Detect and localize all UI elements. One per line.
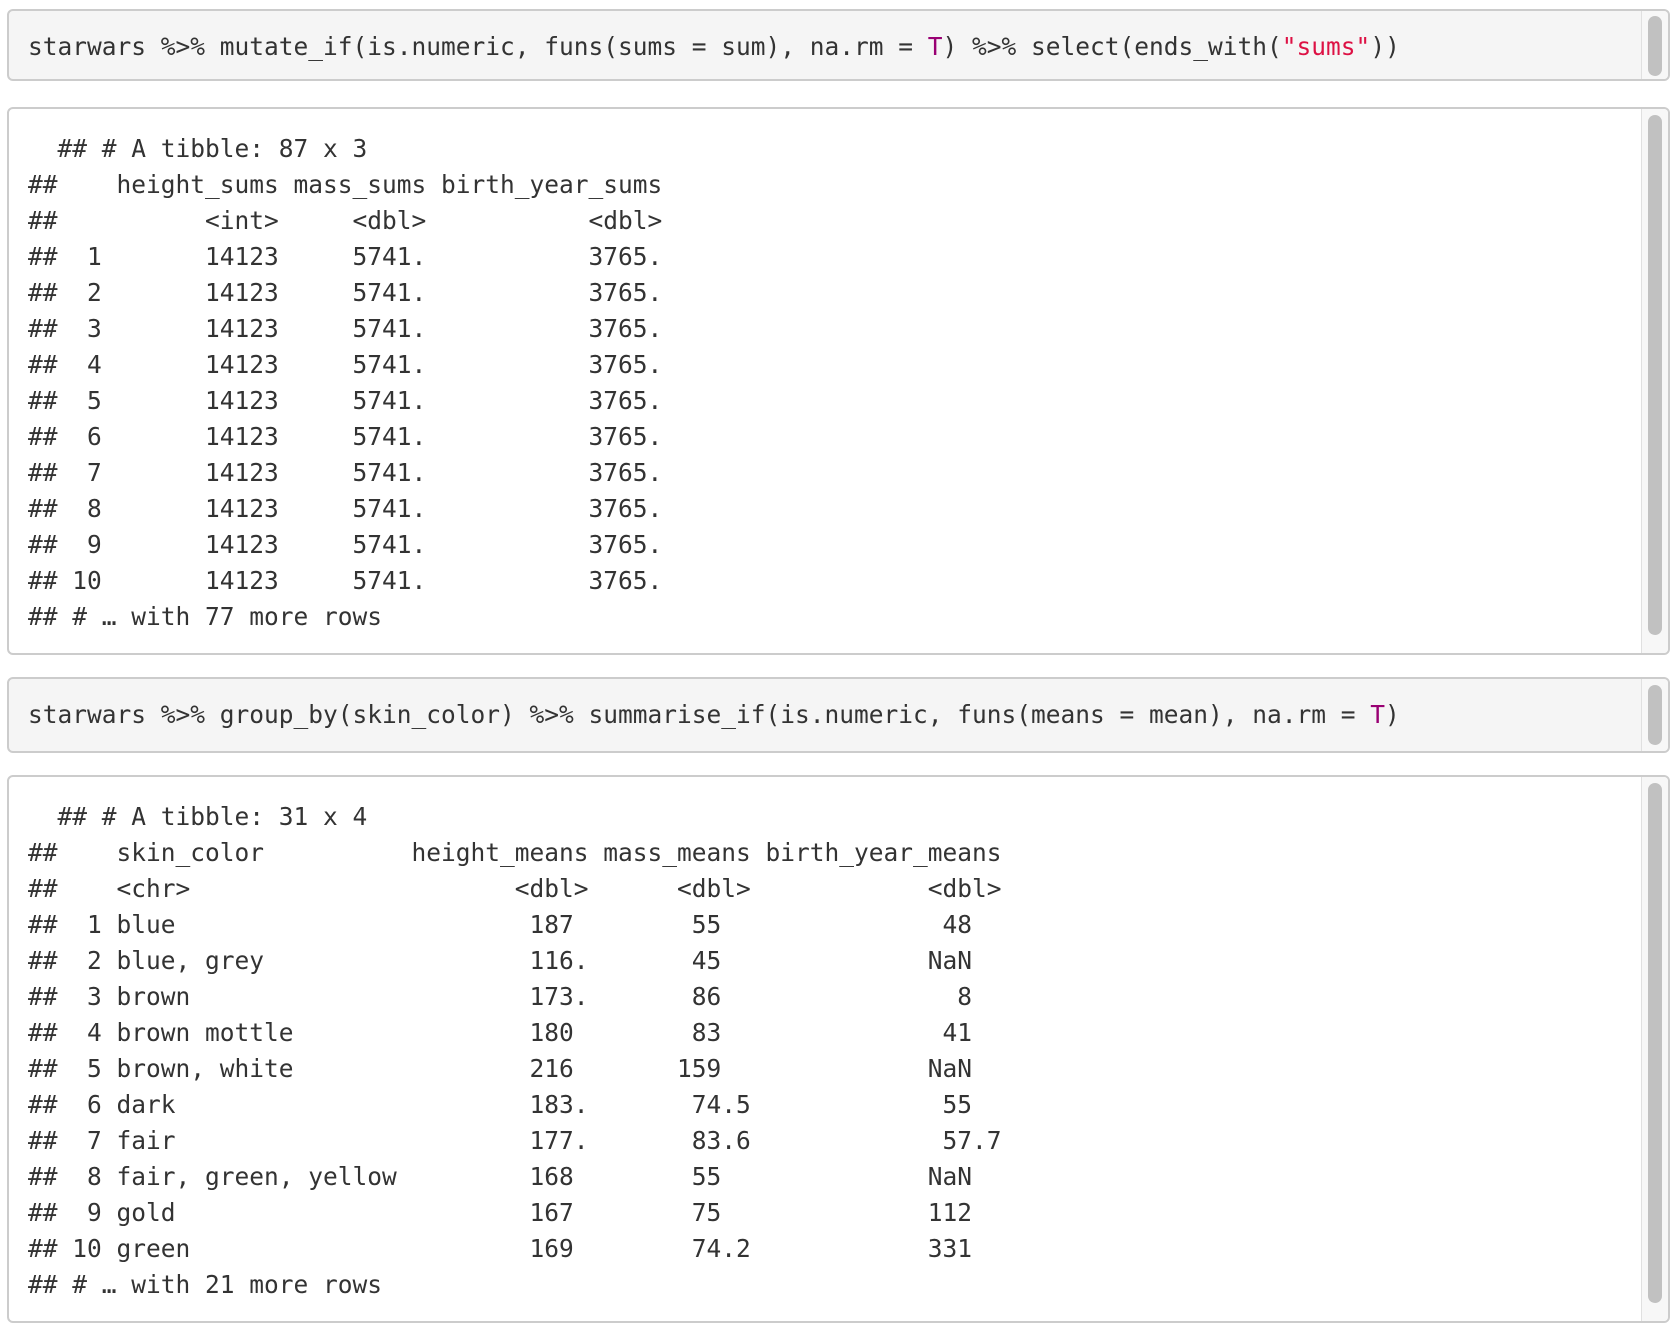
output-line: ## 4 brown mottle 180 83 41 [28, 1018, 1002, 1047]
output-line: ## 10 14123 5741. 3765. [28, 566, 663, 595]
output-line: ## skin_color height_means mass_means bi… [28, 838, 1002, 867]
vertical-scrollbar[interactable] [1641, 109, 1668, 653]
code-chunk-1: starwars %>% mutate_if(is.numeric, funs(… [7, 9, 1670, 81]
output-line: ## 7 fair 177. 83.6 57.7 [28, 1126, 1002, 1155]
code-token-literal: T [927, 32, 943, 61]
code-chunk-2: starwars %>% group_by(skin_color) %>% su… [7, 677, 1670, 753]
output-line: ## 9 gold 167 75 112 [28, 1198, 1002, 1227]
output-line: ## 10 green 169 74.2 331 [28, 1234, 1002, 1263]
output-line: ## 2 blue, grey 116. 45 NaN [28, 946, 1002, 975]
output-line: ## 1 14123 5741. 3765. [28, 242, 663, 271]
output-line: ## 1 blue 187 55 48 [28, 910, 1002, 939]
output-line: ## # … with 21 more rows [28, 1270, 383, 1299]
vertical-scrollbar[interactable] [1641, 11, 1668, 79]
vertical-scrollbar[interactable] [1641, 679, 1668, 751]
scrollbar-thumb[interactable] [1648, 16, 1662, 76]
code-token: ) [1385, 700, 1400, 729]
code-token: starwars %>% group_by(skin_color) %>% su… [28, 700, 1371, 729]
code-token-string: "sums" [1281, 32, 1371, 61]
vertical-scrollbar[interactable] [1641, 777, 1668, 1321]
output-line: ## 8 14123 5741. 3765. [28, 494, 663, 523]
scrollbar-thumb[interactable] [1648, 115, 1662, 635]
scrollbar-thumb[interactable] [1648, 685, 1662, 745]
output-chunk-2: ## # A tibble: 31 x 4 ## skin_color heig… [7, 775, 1670, 1323]
output-line: ## 6 dark 183. 74.5 55 [28, 1090, 1002, 1119]
code-line-1: starwars %>% mutate_if(is.numeric, funs(… [28, 29, 1400, 65]
scrollbar-thumb[interactable] [1648, 783, 1662, 1303]
output-line: ## height_sums mass_sums birth_year_sums [28, 170, 663, 199]
output-chunk-1: ## # A tibble: 87 x 3 ## height_sums mas… [7, 107, 1670, 655]
output-line: ## # A tibble: 87 x 3 [28, 134, 368, 163]
output-line: ## 5 14123 5741. 3765. [28, 386, 663, 415]
code-token: )) [1370, 32, 1400, 61]
output-line: ## <chr> <dbl> <dbl> <dbl> [28, 874, 1002, 903]
output-text-2: ## # A tibble: 31 x 4 ## skin_color heig… [28, 799, 1002, 1303]
output-line: ## # … with 77 more rows [28, 602, 383, 631]
code-token-literal: T [1370, 700, 1386, 729]
output-line: ## # A tibble: 31 x 4 [28, 802, 368, 831]
output-line: ## 7 14123 5741. 3765. [28, 458, 663, 487]
output-line: ## 2 14123 5741. 3765. [28, 278, 663, 307]
output-line: ## 8 fair, green, yellow 168 55 NaN [28, 1162, 1002, 1191]
output-line: ## 3 brown 173. 86 8 [28, 982, 1002, 1011]
output-line: ## 6 14123 5741. 3765. [28, 422, 663, 451]
output-line: ## <int> <dbl> <dbl> [28, 206, 663, 235]
output-line: ## 5 brown, white 216 159 NaN [28, 1054, 1002, 1083]
code-line-2: starwars %>% group_by(skin_color) %>% su… [28, 697, 1400, 733]
code-token: starwars %>% mutate_if(is.numeric, funs(… [28, 32, 928, 61]
code-token: ) %>% select(ends_with( [942, 32, 1282, 61]
output-line: ## 9 14123 5741. 3765. [28, 530, 663, 559]
output-text-1: ## # A tibble: 87 x 3 ## height_sums mas… [28, 131, 662, 635]
output-line: ## 4 14123 5741. 3765. [28, 350, 663, 379]
output-line: ## 3 14123 5741. 3765. [28, 314, 663, 343]
